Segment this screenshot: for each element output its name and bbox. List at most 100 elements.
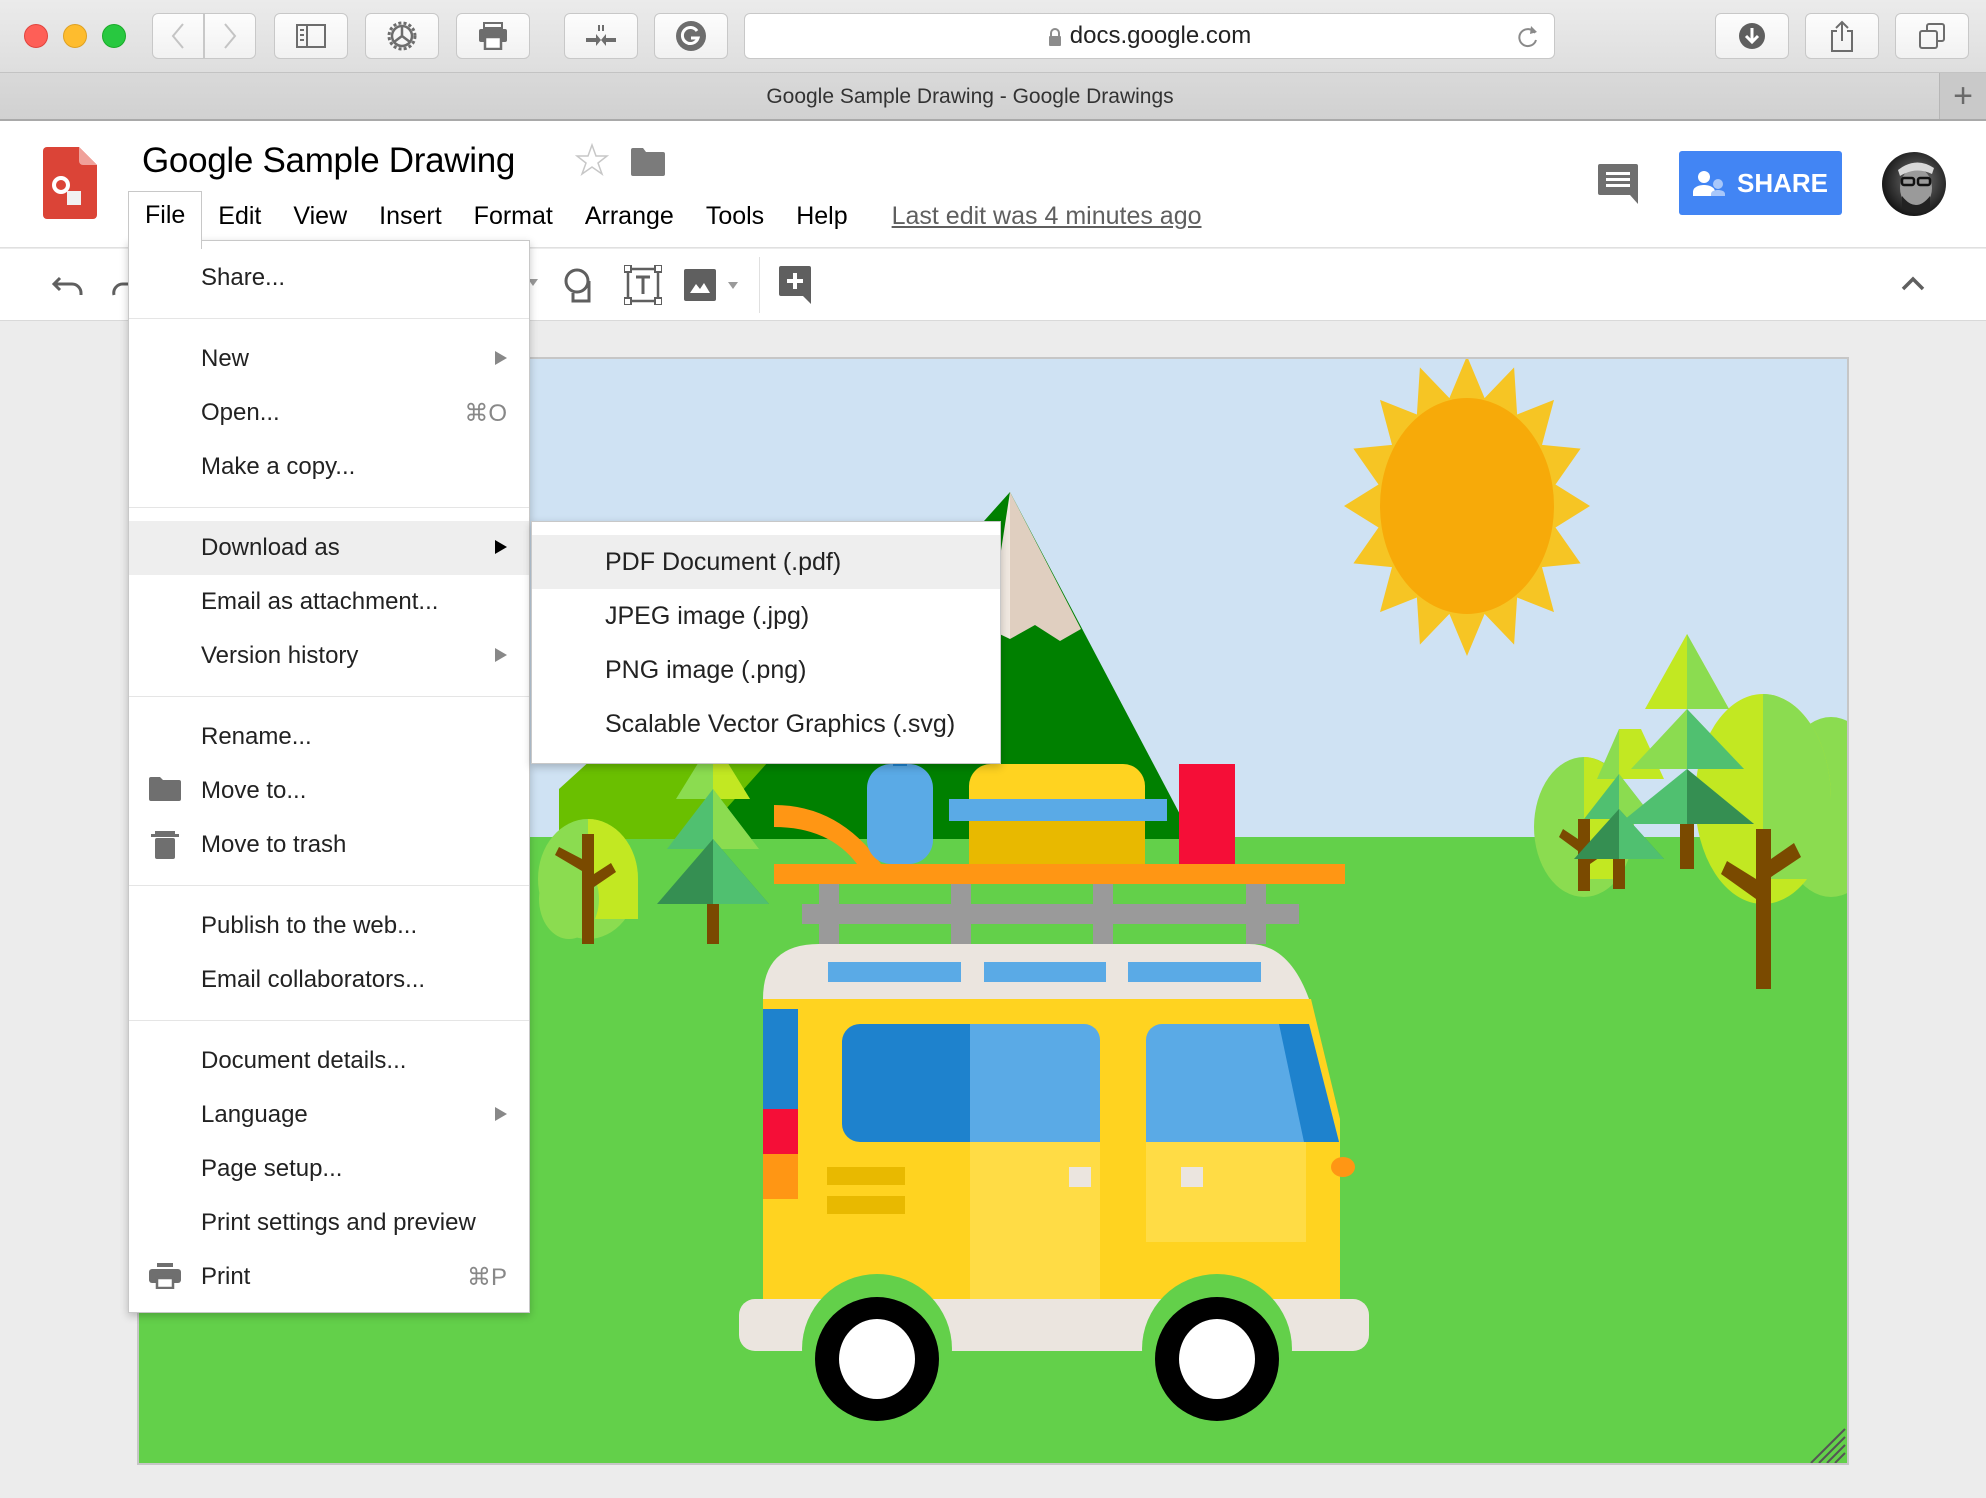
address-bar[interactable]: docs.google.com <box>744 13 1555 59</box>
menu-help[interactable]: Help <box>780 191 863 241</box>
menu-item-label: Document details... <box>201 1047 407 1074</box>
google-drawings-logo-icon[interactable] <box>43 147 97 219</box>
downloads-button[interactable] <box>1715 13 1789 59</box>
file-menu-item-download-as[interactable]: Download as <box>129 521 529 575</box>
menu-bar: File Edit View Insert Format Arrange Too… <box>128 191 1202 249</box>
share-button[interactable]: SHARE <box>1679 151 1842 215</box>
menu-item-label: Move to trash <box>201 831 347 858</box>
file-menu: Share... New Open... ⌘O Make a copy... Downlo… <box>128 240 530 1313</box>
share-page-button[interactable] <box>1805 13 1879 59</box>
user-avatar[interactable] <box>1882 152 1946 216</box>
star-icon[interactable] <box>575 143 609 177</box>
submenu-arrow-icon <box>495 351 507 365</box>
file-menu-item-move-to[interactable]: Move to... <box>129 764 529 818</box>
grammarly-icon <box>676 21 706 51</box>
grammarly-button[interactable] <box>654 13 728 59</box>
chevron-right-icon <box>224 23 237 49</box>
file-menu-item-make-a-copy[interactable]: Make a copy... <box>129 440 529 494</box>
menu-edit[interactable]: Edit <box>202 191 277 241</box>
menu-arrange[interactable]: Arrange <box>569 191 690 241</box>
folder-icon <box>149 777 181 808</box>
back-button[interactable] <box>152 13 204 59</box>
comments-icon[interactable] <box>1598 164 1638 204</box>
file-menu-item-language[interactable]: Language <box>129 1088 529 1142</box>
sidebar-icon <box>296 24 326 48</box>
download-option-jpeg-image-jpg[interactable]: JPEG image (.jpg) <box>532 589 1000 643</box>
file-menu-item-email-as-attachment[interactable]: Email as attachment... <box>129 575 529 629</box>
add-comment-icon[interactable] <box>779 266 811 304</box>
trash-icon <box>149 831 181 866</box>
image-dropdown-arrow-icon[interactable] <box>728 282 738 290</box>
submenu-arrow-icon <box>495 1107 507 1121</box>
menu-format[interactable]: Format <box>458 191 569 241</box>
docs-header: Google Sample Drawing File Edit View Ins… <box>0 121 1986 249</box>
shortcut-label: ⌘P <box>466 1263 507 1291</box>
document-title[interactable]: Google Sample Drawing <box>142 141 515 181</box>
file-menu-item-document-details[interactable]: Document details... <box>129 1034 529 1088</box>
file-menu-item-print-settings-and-preview[interactable]: Print settings and preview <box>129 1196 529 1250</box>
download-icon <box>1739 23 1765 49</box>
download-option-pdf-document-pdf[interactable]: PDF Document (.pdf) <box>532 535 1000 589</box>
file-menu-item-print[interactable]: Print ⌘P <box>129 1250 529 1304</box>
file-menu-item-open[interactable]: Open... ⌘O <box>129 386 529 440</box>
menu-item-label: Print settings and preview <box>201 1209 476 1236</box>
extension-arrows-button[interactable] <box>564 13 638 59</box>
submenu-arrow-icon <box>495 540 507 554</box>
print-button[interactable] <box>456 13 530 59</box>
image-icon[interactable] <box>684 269 716 301</box>
converge-arrows-icon <box>586 25 616 46</box>
menu-item-label: Move to... <box>201 777 307 804</box>
printer-icon <box>479 22 507 50</box>
shortcut-label: ⌘O <box>464 399 507 427</box>
tab-overview-button[interactable] <box>1895 13 1969 59</box>
menu-item-label: Make a copy... <box>201 453 356 480</box>
shape-icon[interactable] <box>563 267 597 303</box>
file-menu-item-publish-to-the-web[interactable]: Publish to the web... <box>129 899 529 953</box>
active-tab[interactable]: Google Sample Drawing - Google Drawings <box>0 85 1940 109</box>
menu-separator <box>129 696 529 697</box>
close-window-button[interactable] <box>24 24 48 48</box>
menu-item-label: Share... <box>201 264 286 291</box>
lock-icon <box>1048 28 1061 46</box>
sidebar-button[interactable] <box>274 13 348 59</box>
undo-icon[interactable] <box>52 274 84 296</box>
file-menu-item-rename[interactable]: Rename... <box>129 710 529 764</box>
chevron-left-icon <box>171 23 184 49</box>
menu-item-label: Language <box>201 1101 308 1128</box>
download-option-scalable-vector-graphics-svg[interactable]: Scalable Vector Graphics (.svg) <box>532 697 1000 751</box>
people-icon <box>1692 171 1725 196</box>
menu-item-label: Version history <box>201 642 359 669</box>
menu-item-label: Publish to the web... <box>201 912 418 939</box>
folder-icon[interactable] <box>631 148 665 176</box>
file-menu-item-email-collaborators[interactable]: Email collaborators... <box>129 953 529 1007</box>
menu-separator <box>129 885 529 886</box>
file-menu-item-page-setup[interactable]: Page setup... <box>129 1142 529 1196</box>
menu-item-label: Email collaborators... <box>201 966 426 993</box>
menu-item-label: Page setup... <box>201 1155 343 1182</box>
menu-item-label: Download as <box>201 534 340 561</box>
menu-insert[interactable]: Insert <box>363 191 458 241</box>
print-icon <box>149 1263 181 1296</box>
new-tab-button[interactable]: + <box>1939 73 1986 119</box>
text-box-icon[interactable] <box>624 265 662 305</box>
reload-icon[interactable] <box>1516 24 1540 50</box>
menu-view[interactable]: View <box>277 191 363 241</box>
download-option-png-image-png[interactable]: PNG image (.png) <box>532 643 1000 697</box>
file-menu-item-new[interactable]: New <box>129 332 529 386</box>
menu-item-label: Print <box>201 1263 251 1290</box>
extension-gear-button[interactable] <box>365 13 439 59</box>
file-menu-item-version-history[interactable]: Version history <box>129 629 529 683</box>
collapse-chevron-icon[interactable] <box>1901 275 1925 291</box>
file-menu-item-move-to-trash[interactable]: Move to trash <box>129 818 529 872</box>
menu-file[interactable]: File <box>128 191 203 249</box>
file-menu-item-share[interactable]: Share... <box>129 251 529 305</box>
minimize-window-button[interactable] <box>63 24 87 48</box>
submenu-arrow-icon <box>495 648 507 662</box>
share-label: SHARE <box>1736 167 1828 198</box>
last-edit-link[interactable]: Last edit was 4 minutes ago <box>892 202 1202 231</box>
menu-item-label: New <box>201 345 250 372</box>
zoom-window-button[interactable] <box>102 24 126 48</box>
menu-tools[interactable]: Tools <box>690 191 780 241</box>
share-icon <box>1831 20 1853 52</box>
forward-button[interactable] <box>204 13 256 59</box>
